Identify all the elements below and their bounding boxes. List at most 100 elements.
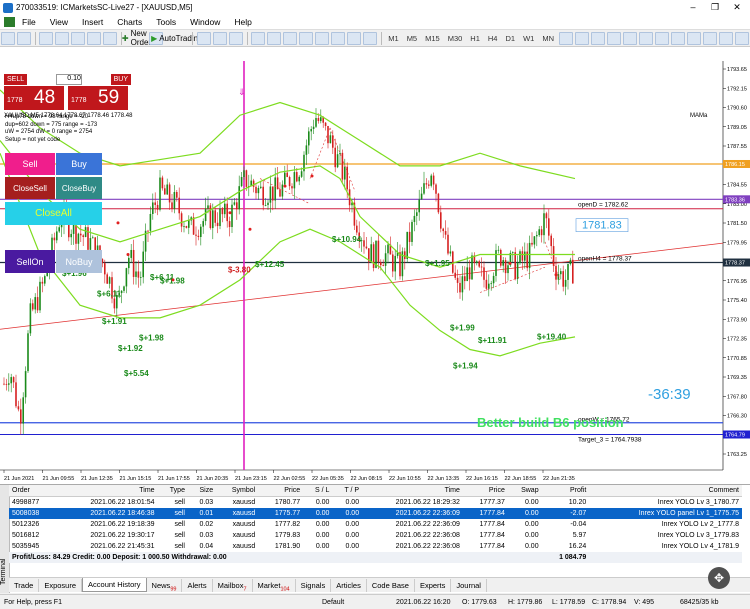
table-row[interactable]: 5035945 2021.06.22 21:45:31 sell 0.04 xauusd… xyxy=(9,541,742,552)
col-swap[interactable]: Swap xyxy=(507,485,542,497)
lot-size-input[interactable]: 0.10 xyxy=(55,74,82,85)
toolbar: ✚ New Order ▶ AutoTrading M1 M5 M15 M30 H1 H4 D1… xyxy=(0,29,750,47)
col-price[interactable]: Price xyxy=(258,485,304,497)
menu-file[interactable]: File xyxy=(15,17,43,27)
close-sell-button[interactable]: CloseSell xyxy=(5,177,55,199)
vertical-line-icon[interactable] xyxy=(591,31,605,45)
zoom-out-icon[interactable] xyxy=(266,31,281,45)
timeframe-m30[interactable]: M30 xyxy=(444,34,467,43)
autotrading-button[interactable]: ▶ AutoTrading xyxy=(151,32,202,45)
market-watch-icon[interactable] xyxy=(39,31,54,45)
new-order-button[interactable]: ✚ New Order xyxy=(122,29,151,47)
timeframe-w1[interactable]: W1 xyxy=(519,34,538,43)
data-window-icon[interactable] xyxy=(55,31,70,45)
col-order[interactable]: Order xyxy=(9,485,57,497)
col-close-time[interactable]: Time xyxy=(362,485,463,497)
timeframe-m15[interactable]: M15 xyxy=(421,34,444,43)
profiles-icon[interactable] xyxy=(17,31,31,45)
fibonacci-icon[interactable] xyxy=(655,31,669,45)
timeframe-m1[interactable]: M1 xyxy=(384,34,402,43)
arrows-icon[interactable] xyxy=(703,31,717,45)
candle-body xyxy=(514,252,516,280)
line-chart-icon[interactable] xyxy=(228,31,243,45)
channel-icon[interactable] xyxy=(639,31,653,45)
buy-button[interactable]: BUY xyxy=(110,74,131,85)
maximize-button[interactable]: ❐ xyxy=(704,0,726,15)
terminal-icon[interactable] xyxy=(87,31,102,45)
indicators-icon[interactable] xyxy=(330,31,345,45)
timeframe-m5[interactable]: M5 xyxy=(403,34,421,43)
timeframe-h1[interactable]: H1 xyxy=(466,34,484,43)
timeframe-h4[interactable]: H4 xyxy=(484,34,502,43)
periods-icon[interactable] xyxy=(346,31,361,45)
sell-button[interactable]: SELL xyxy=(4,74,28,85)
text-label-icon[interactable] xyxy=(687,31,701,45)
price-chart[interactable]: 1793.65 1792.15 1790.60 1789.05 1787.55 1786.… xyxy=(0,47,750,485)
close-button[interactable]: ✕ xyxy=(726,0,748,15)
autoscroll-icon[interactable] xyxy=(298,31,313,45)
menu-tools[interactable]: Tools xyxy=(149,17,183,27)
cursor-icon[interactable] xyxy=(559,31,573,45)
strategy-tester-icon[interactable] xyxy=(103,31,118,45)
move-icon[interactable]: ✥ xyxy=(708,567,730,589)
col-profit[interactable]: Profit xyxy=(541,485,590,497)
table-row[interactable]: 5012326 2021.06.22 19:18:39 sell 0.02 xauusd… xyxy=(9,519,742,530)
col-type[interactable]: Type xyxy=(157,485,188,497)
new-chart-icon[interactable] xyxy=(1,31,15,45)
close-all-button[interactable]: CloseAll xyxy=(5,202,102,225)
tab-account-history[interactable]: Account History xyxy=(82,578,147,592)
col-tp[interactable]: T / P xyxy=(332,485,363,497)
tab-journal[interactable]: Journal xyxy=(451,578,487,592)
menu-view[interactable]: View xyxy=(43,17,75,27)
table-row[interactable]: 5008038 2021.06.22 18:46:38 sell 0.01 xauusd… xyxy=(9,508,742,519)
tab-market[interactable]: Market104 xyxy=(253,578,296,592)
menu-window[interactable]: Window xyxy=(183,17,227,27)
menu-charts[interactable]: Charts xyxy=(110,17,149,27)
candle-body xyxy=(24,371,27,398)
buy-price-button[interactable]: 1778 59 xyxy=(68,86,128,110)
crosshair-icon[interactable] xyxy=(575,31,589,45)
candlestick-icon[interactable] xyxy=(212,31,227,45)
col-close-price[interactable]: Price xyxy=(462,485,508,497)
col-symbol[interactable]: Symbol xyxy=(216,485,259,497)
col-sl[interactable]: S / L xyxy=(303,485,333,497)
tab-code-base[interactable]: Code Base xyxy=(367,578,415,592)
search-icon[interactable] xyxy=(719,31,733,45)
col-time[interactable]: Time xyxy=(56,485,158,497)
tab-mailbox[interactable]: Mailbox7 xyxy=(213,578,253,592)
tile-icon[interactable] xyxy=(282,31,297,45)
tab-exposure[interactable]: Exposure xyxy=(39,578,83,592)
tab-trade[interactable]: Trade xyxy=(9,578,40,592)
table-row[interactable]: 5016812 2021.06.22 19:30:17 sell 0.03 xauusd… xyxy=(9,530,742,541)
navigator-icon[interactable] xyxy=(71,31,86,45)
sell-on-button[interactable]: SellOn xyxy=(5,250,55,273)
tab-experts[interactable]: Experts xyxy=(415,578,452,592)
horizontal-line-icon[interactable] xyxy=(607,31,621,45)
zoom-in-icon[interactable] xyxy=(250,31,265,45)
timeframe-mn[interactable]: MN xyxy=(538,34,558,43)
col-comment[interactable]: Comment xyxy=(589,485,742,497)
timeframe-d1[interactable]: D1 xyxy=(501,34,519,43)
chart-shift-icon[interactable] xyxy=(314,31,329,45)
candle-body xyxy=(370,244,372,262)
menu-insert[interactable]: Insert xyxy=(75,17,110,27)
templates-icon[interactable] xyxy=(362,31,377,45)
community-icon[interactable] xyxy=(735,31,749,45)
close-buy-button[interactable]: CloseBuy xyxy=(56,177,102,199)
no-buy-button[interactable]: NoBuy xyxy=(56,250,102,273)
sell-price-button[interactable]: 1778 48 xyxy=(4,86,64,110)
status-profile[interactable]: Default xyxy=(322,599,344,606)
tab-articles[interactable]: Articles xyxy=(331,578,367,592)
bar-chart-icon[interactable] xyxy=(196,31,211,45)
ea-buy-button[interactable]: Buy xyxy=(56,153,102,175)
col-size[interactable]: Size xyxy=(187,485,217,497)
minimize-button[interactable]: – xyxy=(682,0,704,15)
menu-help[interactable]: Help xyxy=(227,17,258,27)
text-icon[interactable] xyxy=(671,31,685,45)
tab-signals[interactable]: Signals xyxy=(296,578,332,592)
ea-sell-button[interactable]: Sell xyxy=(5,153,55,175)
trendline-icon[interactable] xyxy=(623,31,637,45)
tab-alerts[interactable]: Alerts xyxy=(182,578,213,592)
table-row[interactable]: 4998877 2021.06.22 18:01:54 sell 0.03 xauusd… xyxy=(9,497,742,509)
tab-news[interactable]: News99 xyxy=(147,578,183,592)
